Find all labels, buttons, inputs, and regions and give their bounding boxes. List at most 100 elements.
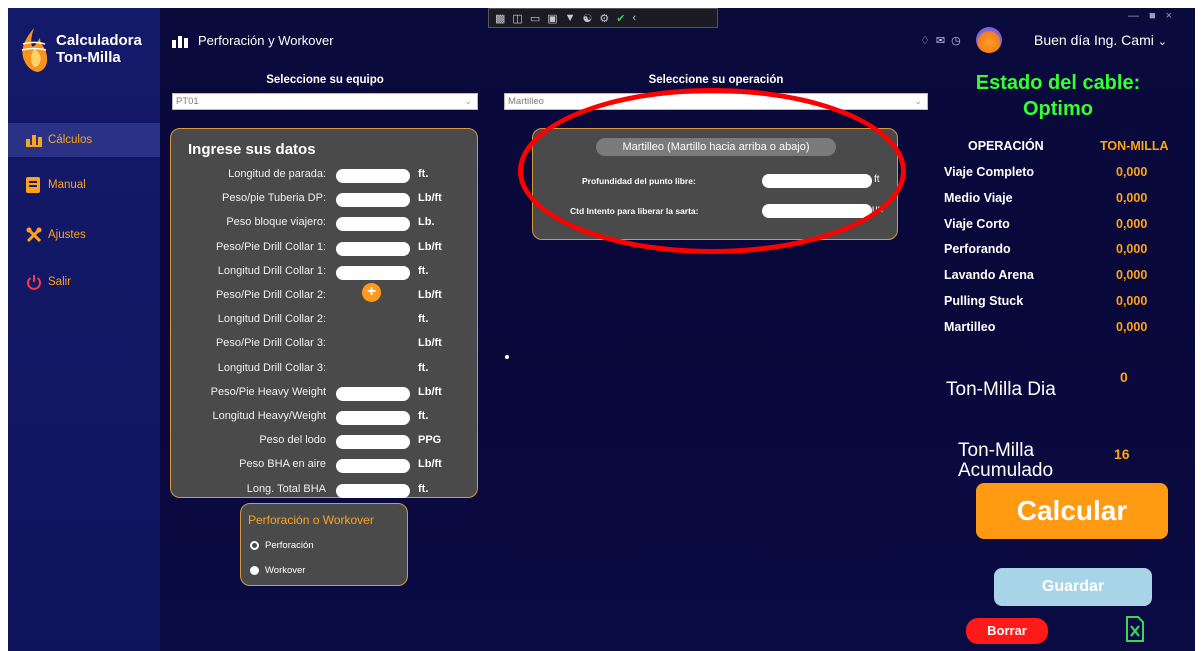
sidebar-item-calculos[interactable]: Cálculos: [8, 123, 160, 157]
cable-status-label: Estado del cable:: [975, 72, 1141, 94]
radio-off-icon: [250, 541, 259, 550]
field-label: Peso del lodo: [259, 434, 326, 447]
result-value: 0,000: [1116, 242, 1148, 257]
frame-icon[interactable]: ▣: [547, 12, 557, 25]
field-unit: Lb/ft: [418, 458, 442, 471]
tonmilla-acum-value: 16: [1114, 446, 1130, 462]
pointer-icon[interactable]: ▼: [565, 12, 576, 24]
field-unit: Lb/ft: [418, 192, 442, 205]
field-input[interactable]: [336, 193, 410, 208]
accessibility-icon[interactable]: ⚙: [599, 12, 609, 25]
check-icon[interactable]: ✔: [616, 12, 625, 25]
field-input[interactable]: [336, 265, 410, 280]
calcular-button[interactable]: Calcular: [976, 483, 1168, 539]
user-greeting[interactable]: Buen día Ing. Cami ⌄: [1034, 32, 1167, 48]
chevron-down-icon: ⌄: [1157, 36, 1167, 48]
drill-rig-icon: [172, 34, 188, 53]
field-unit: ft.: [418, 264, 429, 277]
window-toolbar: ▩ ◫ ▭ ▣ ▼ ☯ ⚙ ✔ ‹: [488, 8, 718, 28]
field-unit: PPG: [418, 434, 442, 447]
field-input[interactable]: [336, 459, 410, 474]
result-row: Viaje Corto 0,000: [944, 217, 1174, 235]
radio-workover[interactable]: Workover: [250, 565, 305, 576]
tonmilla-acum-line2: Acumulado: [958, 460, 1054, 481]
result-row: Perforando 0,000: [944, 242, 1174, 260]
field-label: Peso bloque viajero:: [226, 216, 326, 229]
sidebar-item-label: Cálculos: [48, 134, 93, 146]
field-input[interactable]: [336, 386, 410, 401]
tonmilla-acum-line1: Ton-Milla: [958, 440, 1035, 461]
highlight-ellipse: [518, 88, 906, 254]
borrar-button[interactable]: Borrar: [966, 618, 1048, 644]
field-input[interactable]: [336, 411, 410, 425]
brand-name: Calculadora Ton-Milla: [56, 32, 142, 66]
data-field-row: Peso bloque viajero: Lb.: [184, 214, 484, 232]
field-unit: Lb/ft: [418, 289, 442, 301]
flame-logo-icon: [21, 28, 48, 72]
equipo-select[interactable]: PT01 ⌄: [172, 93, 478, 110]
field-input[interactable]: [336, 169, 410, 183]
field-unit: ft.: [418, 410, 429, 422]
data-field-row: Peso/pie Tuberia DP: Lb/ft: [184, 190, 484, 208]
cable-status-value: Optimo: [1023, 98, 1093, 120]
radio-perforacion[interactable]: Perforación: [250, 540, 314, 551]
field-label: Peso/Pie Drill Collar 2:: [215, 289, 326, 301]
result-value: 0,000: [1116, 319, 1148, 334]
add-drill-collar-button[interactable]: +: [362, 283, 381, 302]
tools-icon: [8, 227, 48, 243]
field-label: Peso/Pie Drill Collar 3:: [215, 337, 326, 350]
mail-icon[interactable]: ✉: [936, 35, 951, 47]
data-field-row: Longitud Drill Collar 1: ft.: [184, 263, 484, 281]
data-field-row: Peso/Pie Drill Collar 1: Lb/ft: [184, 239, 484, 257]
field-input[interactable]: [336, 217, 410, 232]
field-unit: Lb/ft: [418, 240, 442, 253]
data-field-row: Peso/Pie Drill Collar 3: Lb/ft: [184, 335, 484, 353]
brand-line-2: Ton-Milla: [56, 49, 121, 66]
clock-icon[interactable]: ◷: [951, 35, 967, 47]
record-icon[interactable]: ◫: [512, 12, 522, 25]
comment-icon[interactable]: ▭: [530, 12, 540, 25]
field-input[interactable]: [336, 483, 410, 498]
chart-icon: [8, 133, 48, 147]
radio-label: Workover: [265, 565, 306, 576]
maximize-icon[interactable]: ■: [1149, 10, 1166, 22]
capture-icon[interactable]: ▩: [495, 12, 505, 25]
close-icon[interactable]: ×: [1166, 10, 1182, 22]
field-input[interactable]: [336, 435, 410, 450]
data-field-row: Peso del lodo PPG: [184, 432, 484, 450]
app-logo: Calculadora Ton-Milla: [14, 24, 154, 84]
result-row: Viaje Completo 0,000: [944, 165, 1174, 183]
field-unit: Lb/ft: [418, 337, 442, 350]
sidebar-item-manual[interactable]: Manual: [8, 168, 160, 202]
excel-export-icon[interactable]: [1125, 616, 1145, 647]
col-tonmilla: TON-MILLA: [1100, 139, 1169, 153]
field-label: Peso/pie Tuberia DP:: [222, 192, 326, 205]
app-window: Calculadora Ton-Milla Cálculos Manual Aj…: [8, 8, 1195, 651]
result-label: Pulling Stuck: [944, 294, 1024, 308]
collapse-icon[interactable]: ‹: [632, 12, 636, 24]
operacion-selected-value: Martilleo: [508, 96, 544, 107]
sidebar-item-ajustes[interactable]: Ajustes: [8, 218, 160, 252]
window-controls: —■×: [1128, 10, 1182, 22]
equipo-selected-value: PT01: [176, 96, 199, 107]
minimize-icon[interactable]: —: [1128, 10, 1149, 22]
greeting-text: Buen día Ing. Cami: [1034, 32, 1154, 48]
brand-line-1: Calculadora: [56, 32, 142, 49]
field-input[interactable]: [336, 241, 410, 256]
field-unit: ft.: [418, 482, 429, 495]
field-unit: Lb.: [418, 216, 435, 229]
result-label: Perforando: [944, 242, 1011, 257]
data-field-row: Longitud Drill Collar 2: ft.: [184, 311, 484, 329]
operacion-label: Seleccione su operación: [648, 74, 784, 86]
result-row: Medio Viaje 0,000: [944, 191, 1174, 209]
avatar[interactable]: [976, 27, 1002, 53]
data-field-row: Peso/Pie Heavy Weight Lb/ft: [184, 384, 484, 402]
tonmilla-dia-value: 0: [1120, 369, 1128, 385]
people-icon[interactable]: ☯: [583, 12, 593, 25]
page-title: Perforación y Workover: [198, 33, 334, 48]
field-label: Longitud de parada:: [228, 168, 326, 180]
sidebar-item-salir[interactable]: Salir: [8, 265, 160, 299]
field-label: Longitud Drill Collar 3:: [217, 361, 326, 374]
bell-icon[interactable]: ♢: [920, 35, 936, 47]
guardar-button[interactable]: Guardar: [994, 568, 1152, 606]
